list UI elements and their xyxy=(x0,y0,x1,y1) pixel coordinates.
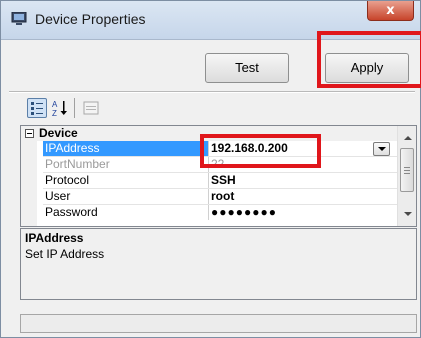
scroll-down-icon[interactable] xyxy=(404,212,412,216)
property-name: PortNumber xyxy=(43,157,209,172)
dropdown-arrow-icon[interactable] xyxy=(373,142,390,156)
description-pane: IPAddress Set IP Address xyxy=(20,228,417,300)
description-title: IPAddress xyxy=(25,231,84,245)
category-label: Device xyxy=(39,126,78,140)
monitor-icon xyxy=(11,12,27,25)
device-properties-window: Device Properties x Test Apply A Z Devic… xyxy=(0,0,421,338)
scroll-thumb[interactable] xyxy=(400,148,414,192)
apply-highlight-box xyxy=(317,31,421,88)
test-button[interactable]: Test xyxy=(205,53,289,83)
property-name: User xyxy=(43,189,209,204)
property-row-protocol[interactable]: Protocol SSH xyxy=(21,173,397,188)
sort-glyph-a: A xyxy=(52,100,58,109)
toolbar-separator xyxy=(74,98,75,118)
property-row-user[interactable]: User root xyxy=(21,189,397,204)
property-name: Protocol xyxy=(43,173,209,188)
vertical-scrollbar[interactable] xyxy=(397,126,416,226)
protocol-value[interactable]: SSH xyxy=(211,173,236,188)
window-title: Device Properties xyxy=(35,11,146,27)
scroll-up-icon[interactable] xyxy=(404,136,412,140)
toolbar-divider xyxy=(9,91,415,93)
user-value[interactable]: root xyxy=(211,189,234,204)
status-bar xyxy=(20,314,417,333)
categorized-view-icon[interactable] xyxy=(27,98,47,118)
collapse-icon[interactable] xyxy=(25,129,34,138)
close-icon: x xyxy=(386,3,395,18)
property-row-password[interactable]: Password ●●●●●●●● xyxy=(21,205,397,220)
grip-line xyxy=(404,173,410,174)
grip-line xyxy=(404,167,410,168)
description-text: Set IP Address xyxy=(25,247,105,261)
password-value[interactable]: ●●●●●●●● xyxy=(211,205,277,220)
property-name: IPAddress xyxy=(43,141,209,156)
property-name: Password xyxy=(43,205,209,220)
ip-address-highlight-box xyxy=(200,134,321,168)
sort-glyph-z: Z xyxy=(52,109,57,118)
grip-line xyxy=(404,170,410,171)
close-button[interactable]: x xyxy=(367,1,414,21)
alphabetical-sort-icon[interactable]: A Z xyxy=(51,98,71,118)
property-pages-icon[interactable] xyxy=(81,98,101,118)
